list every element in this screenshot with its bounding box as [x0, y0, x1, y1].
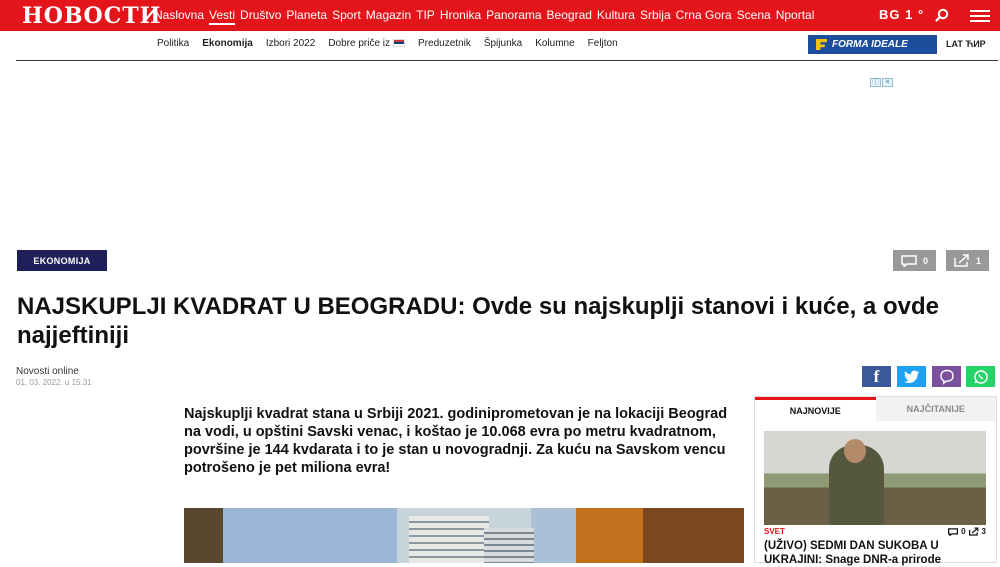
- site-logo[interactable]: НОВОСТИ: [22, 4, 161, 28]
- close-ad-icon[interactable]: ✕: [882, 78, 893, 87]
- nav-item-tip[interactable]: TIP: [416, 8, 435, 25]
- image-soldier-head: [844, 439, 866, 463]
- nav-item-sport[interactable]: Sport: [332, 8, 361, 25]
- nav-item-magazin[interactable]: Magazin: [366, 8, 411, 25]
- share-icon: [968, 527, 978, 536]
- tab-najnovije[interactable]: NAJNOVIJE: [755, 397, 876, 421]
- main-nav: Naslovna Vesti Društvo Planeta Sport Mag…: [154, 8, 814, 25]
- search-icon[interactable]: [935, 8, 949, 22]
- ad-choices[interactable]: ⓘ ✕: [870, 78, 893, 87]
- subnav-item-dobre-price-label: Dobre priče iz: [328, 38, 391, 49]
- facebook-share-button[interactable]: f: [862, 366, 891, 387]
- subnav-item-politika[interactable]: Politika: [157, 38, 189, 49]
- nav-item-panorama[interactable]: Panorama: [486, 8, 541, 25]
- adchoices-icon[interactable]: ⓘ: [870, 78, 881, 87]
- nav-item-drustvo[interactable]: Društvo: [240, 8, 281, 25]
- sidebar-news-widget: NAJNOVIJE NAJČITANIJE SVET 0 3 (UŽIVO) S…: [754, 396, 997, 566]
- article-date: 01. 03. 2022. u 15:31: [16, 378, 92, 387]
- subnav-item-ekonomija[interactable]: Ekonomija: [202, 38, 253, 49]
- nav-item-naslovna[interactable]: Naslovna: [154, 8, 204, 25]
- subnav-item-preduzetnik[interactable]: Preduzetnik: [418, 38, 471, 49]
- subnav-item-izbori[interactable]: Izbori 2022: [266, 38, 315, 49]
- comment-icon: [948, 527, 959, 536]
- brand-label: FORMA IDEALE: [832, 39, 908, 50]
- photo-building-secondary: [484, 528, 534, 563]
- nav-item-crna-gora[interactable]: Crna Gora: [676, 8, 732, 25]
- nav-item-vesti[interactable]: Vesti: [209, 8, 236, 25]
- sidebar-tabs: NAJNOVIJE NAJČITANIJE: [755, 397, 996, 421]
- shares-count: 1: [976, 255, 982, 266]
- sidebar-article-meta: SVET 0 3: [764, 527, 986, 536]
- article-author: Novosti online: [16, 366, 79, 377]
- header-divider: [16, 60, 998, 61]
- comments-counter[interactable]: 0: [893, 250, 937, 271]
- sidebar-article-counts: 0 3: [948, 527, 986, 536]
- article-lead: Najskuplji kvadrat stana u Srbiji 2021. …: [184, 406, 728, 476]
- facebook-icon: f: [873, 366, 880, 386]
- forma-ideale-logo-icon: [816, 39, 827, 50]
- sidebar-shares-count: 3: [981, 527, 986, 536]
- nav-item-planeta[interactable]: Planeta: [286, 8, 327, 25]
- subnav-item-dobre-price[interactable]: Dobre priče iz: [328, 38, 406, 49]
- nav-item-scena[interactable]: Scena: [737, 8, 771, 25]
- subnav-item-spijunka[interactable]: Špijunka: [484, 38, 522, 49]
- sidebar-article-image[interactable]: [764, 431, 986, 525]
- whatsapp-icon: [973, 369, 988, 384]
- subnav-item-feljton[interactable]: Feljton: [588, 38, 618, 49]
- sub-nav: Politika Ekonomija Izbori 2022 Dobre pri…: [157, 38, 618, 49]
- forma-ideale-banner[interactable]: FORMA IDEALE: [808, 35, 937, 54]
- nav-item-beograd[interactable]: Beograd: [547, 8, 592, 25]
- sidebar-article-category[interactable]: SVET: [764, 527, 785, 536]
- hamburger-menu-icon[interactable]: [970, 9, 990, 23]
- subnav-item-kolumne[interactable]: Kolumne: [535, 38, 574, 49]
- share-icon: [954, 254, 969, 267]
- viber-share-button[interactable]: [932, 366, 961, 387]
- comment-icon: [901, 254, 917, 267]
- category-badge[interactable]: EKONOMIJA: [17, 250, 107, 271]
- twitter-share-button[interactable]: [897, 366, 926, 387]
- article-title: NAJSKUPLJI KVADRAT U BEOGRADU: Ovde su n…: [17, 293, 939, 349]
- article-photo[interactable]: [184, 508, 744, 563]
- nav-item-kultura[interactable]: Kultura: [597, 8, 635, 25]
- nav-item-srbija[interactable]: Srbija: [640, 8, 671, 25]
- top-bar: НОВОСТИ Naslovna Vesti Društvo Planeta S…: [0, 0, 1000, 31]
- script-switcher[interactable]: LAT ЋИР: [946, 39, 986, 49]
- nav-item-hronika[interactable]: Hronika: [440, 8, 481, 25]
- photo-building: [409, 516, 489, 563]
- serbian-flag-icon: [393, 39, 406, 48]
- whatsapp-share-button[interactable]: [966, 366, 995, 387]
- shares-counter[interactable]: 1: [946, 250, 990, 271]
- viber-icon: [939, 369, 954, 385]
- nav-item-nportal[interactable]: Nportal: [776, 8, 815, 25]
- sidebar-comments-count: 0: [961, 527, 966, 536]
- tab-najcitanije[interactable]: NAJČITANIJE: [875, 397, 996, 421]
- comments-count: 0: [923, 255, 929, 266]
- twitter-icon: [903, 370, 919, 383]
- weather-widget[interactable]: BG 1 °: [879, 7, 924, 22]
